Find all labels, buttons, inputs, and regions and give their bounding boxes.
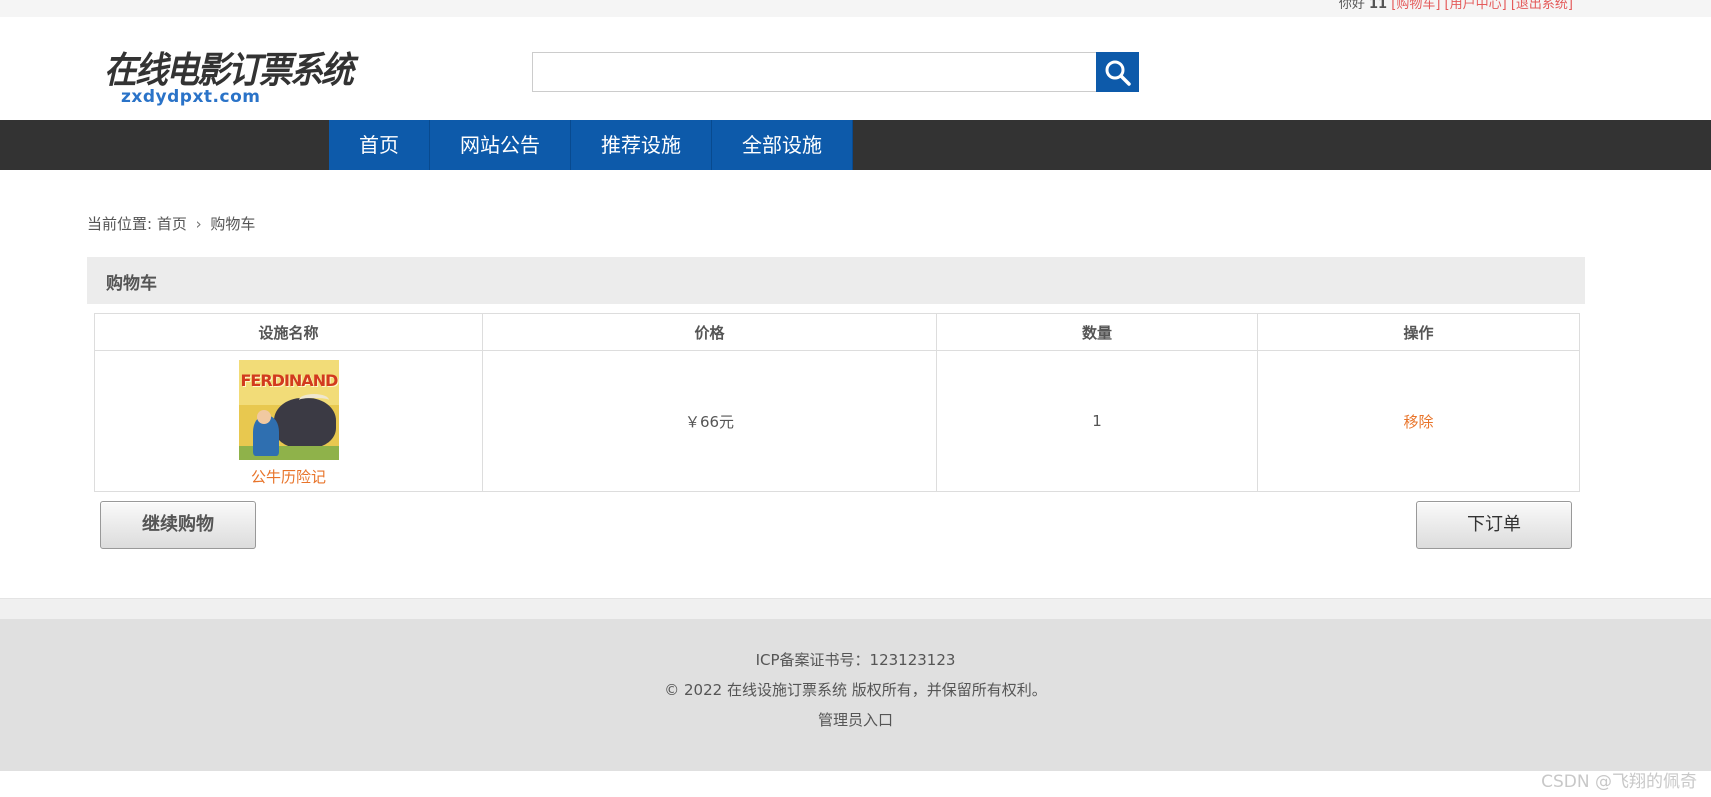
logo-en-text: zxdydpxt.com: [121, 87, 261, 107]
site-logo[interactable]: 在线电影订票系统 zxdydpxt.com: [104, 43, 354, 113]
logo-cn-text: 在线电影订票系统: [104, 48, 354, 92]
top-bar: 你好 11 [购物车] [用户中心] [退出系统]: [0, 0, 1711, 17]
search-input[interactable]: [532, 52, 1098, 92]
nav-item-home[interactable]: 首页: [329, 120, 430, 170]
breadcrumb-prefix: 当前位置:: [87, 215, 153, 233]
footer-copyright: © 2022 在线设施订票系统 版权所有，并保留所有权利。: [664, 681, 1047, 699]
cart-heading-title: 购物车: [106, 274, 157, 294]
nav-items: 首页 网站公告 推荐设施 全部设施: [329, 120, 853, 170]
search-bar: [532, 52, 1139, 92]
column-header-name: 设施名称: [94, 313, 483, 351]
table-row: FERDINAND 公牛历险记 ￥66元 1 移除: [94, 350, 1580, 492]
watermark: CSDN @飞翔的佩奇: [1541, 772, 1697, 792]
username: 11: [1369, 0, 1388, 12]
header: 在线电影订票系统 zxdydpxt.com: [0, 17, 1711, 120]
item-name-link[interactable]: 公牛历险记: [96, 466, 481, 487]
chevron-right-icon: ›: [195, 215, 202, 233]
item-quantity: 1: [936, 350, 1258, 492]
place-order-button[interactable]: 下订单: [1416, 501, 1572, 549]
user-links: 你好 11 [购物车] [用户中心] [退出系统]: [1339, 0, 1573, 12]
item-cell: FERDINAND 公牛历险记: [94, 350, 483, 492]
footer-divider: [0, 598, 1711, 619]
item-price: ￥66元: [482, 350, 937, 492]
search-icon: [1105, 60, 1131, 86]
cart-heading: 购物车: [87, 257, 1585, 304]
poster-title-text: FERDINAND: [240, 371, 339, 390]
footer-icp: ICP备案证书号：123123123: [755, 651, 956, 669]
nav-item-all-facilities[interactable]: 全部设施: [712, 120, 853, 170]
greeting-text: 你好: [1338, 0, 1370, 12]
cart-link[interactable]: [购物车]: [1391, 0, 1440, 12]
column-header-quantity: 数量: [936, 313, 1258, 351]
remove-item-link[interactable]: 移除: [1403, 413, 1433, 431]
breadcrumb-home[interactable]: 首页: [157, 215, 187, 233]
breadcrumb-current: 购物车: [210, 215, 256, 233]
item-poster-image[interactable]: FERDINAND: [238, 360, 339, 460]
table-header-row: 设施名称 价格 数量 操作: [94, 313, 1580, 351]
admin-entry-link[interactable]: 管理员入口: [818, 711, 893, 729]
nav-item-recommended[interactable]: 推荐设施: [571, 120, 712, 170]
breadcrumb: 当前位置: 首页 › 购物车: [87, 213, 255, 234]
search-button[interactable]: [1096, 52, 1139, 92]
footer: ICP备案证书号：123123123 © 2022 在线设施订票系统 版权所有，…: [0, 619, 1711, 771]
cart-table: 设施名称 价格 数量 操作 FERDINAND 公牛历险记 ￥66元 1 移除: [94, 313, 1580, 492]
continue-shopping-button[interactable]: 继续购物: [100, 501, 256, 549]
column-header-price: 价格: [482, 313, 937, 351]
user-center-link[interactable]: [用户中心]: [1445, 0, 1507, 12]
item-action-cell: 移除: [1257, 350, 1580, 492]
column-header-action: 操作: [1257, 313, 1580, 351]
footer-admin: 管理员入口: [0, 709, 1711, 730]
logout-link[interactable]: [退出系统]: [1511, 0, 1573, 12]
main-nav: 首页 网站公告 推荐设施 全部设施: [0, 120, 1711, 170]
nav-item-announcements[interactable]: 网站公告: [430, 120, 571, 170]
